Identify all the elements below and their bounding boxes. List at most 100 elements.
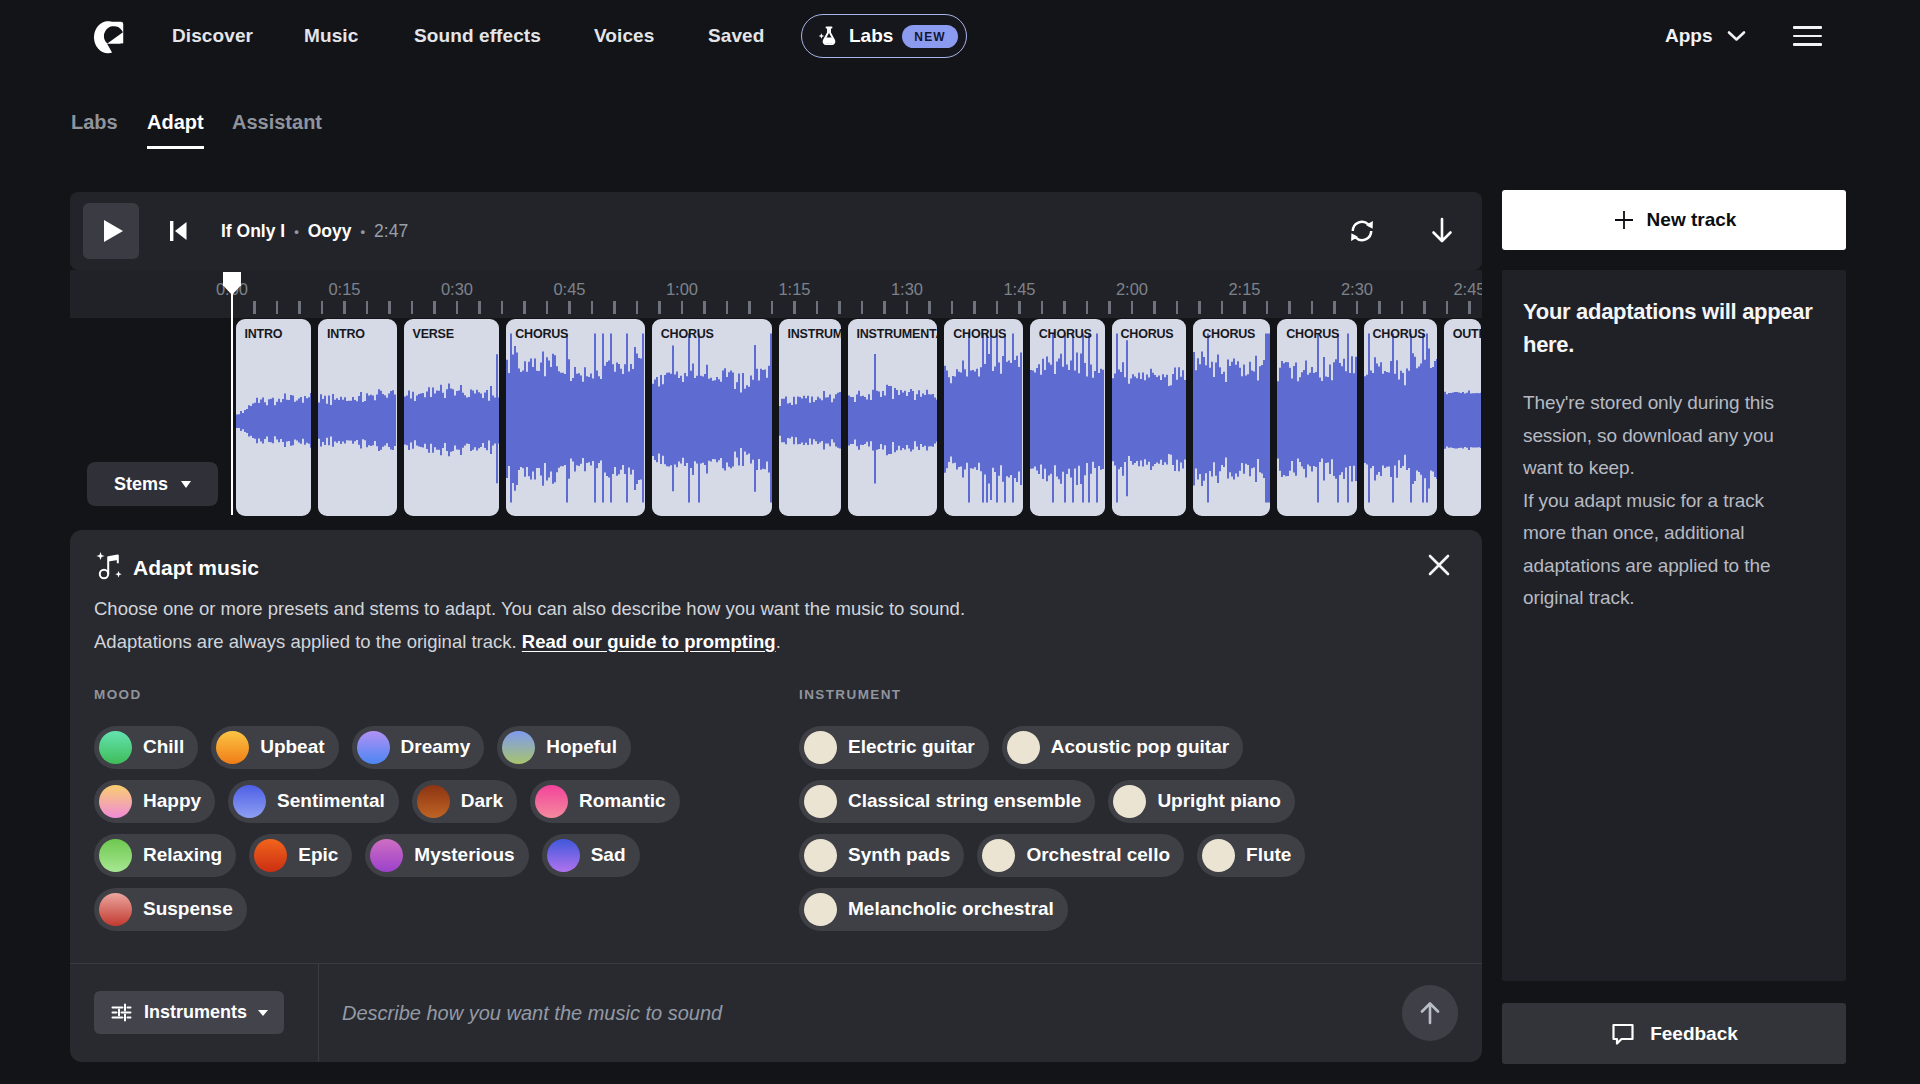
feedback-button[interactable]: Feedback	[1502, 1003, 1846, 1064]
ruler-tick	[1221, 301, 1223, 314]
feedback-label: Feedback	[1650, 1023, 1738, 1045]
prompting-guide-link[interactable]: Read our guide to prompting	[522, 631, 776, 652]
instrument-chip-acoustic-pop-guitar[interactable]: Acoustic pop guitar	[1002, 726, 1243, 769]
section-label: CHORUS	[1121, 327, 1174, 341]
section-card-chorus[interactable]: CHORUS	[944, 319, 1023, 516]
chip-label: Romantic	[579, 789, 666, 813]
ruler-tick	[1153, 301, 1155, 314]
download-button[interactable]	[1427, 216, 1457, 246]
labs-new-badge: NEW	[902, 25, 957, 48]
menu-icon[interactable]	[1793, 26, 1822, 46]
instrument-chip-melancholic-orchestral[interactable]: Melancholic orchestral	[799, 888, 1068, 931]
submit-prompt-button[interactable]	[1402, 985, 1458, 1041]
ruler-tick	[793, 301, 795, 314]
ruler-tick	[478, 301, 480, 314]
ruler-tick	[658, 301, 660, 314]
adaptations-body: They're stored only during this session,…	[1523, 387, 1825, 615]
section-card-chorus[interactable]: CHORUS	[1277, 319, 1356, 516]
adapt-music-icon	[95, 551, 123, 581]
chip-label: Classical string ensemble	[848, 789, 1081, 813]
epidemic-sound-logo[interactable]	[93, 17, 124, 55]
chip-color-circle	[1007, 731, 1040, 764]
track-artist: Ooyy	[308, 221, 352, 242]
stems-dropdown[interactable]: Stems	[87, 462, 218, 506]
instrument-chip-upright-piano[interactable]: Upright piano	[1108, 780, 1294, 823]
mood-chip-relaxing[interactable]: Relaxing	[94, 834, 236, 877]
mood-chip-epic[interactable]: Epic	[249, 834, 352, 877]
section-card-chorus[interactable]: CHORUS	[506, 319, 645, 516]
time-label: 1:45	[1003, 280, 1035, 299]
ruler-tick	[973, 301, 975, 314]
section-card-instrumental[interactable]: INSTRUMENTAL	[848, 319, 938, 516]
sliders-icon	[110, 1001, 133, 1024]
prompt-input[interactable]: Describe how you want the music to sound	[342, 998, 722, 1029]
mood-chip-dreamy[interactable]: Dreamy	[352, 726, 485, 769]
section-card-outro[interactable]: OUTRO	[1444, 319, 1481, 516]
apps-menu-button[interactable]: Apps	[1665, 24, 1746, 48]
section-card-chorus[interactable]: CHORUS	[1030, 319, 1105, 516]
instrument-chip-flute[interactable]: Flute	[1197, 834, 1305, 877]
mood-chip-sentimental[interactable]: Sentimental	[228, 780, 399, 823]
mood-chip-suspense[interactable]: Suspense	[94, 888, 247, 931]
tab-assistant[interactable]: Assistant	[232, 110, 322, 135]
tab-labs[interactable]: Labs	[71, 110, 118, 135]
mood-chip-happy[interactable]: Happy	[94, 780, 215, 823]
mood-chip-mysterious[interactable]: Mysterious	[365, 834, 528, 877]
mood-chip-hopeful[interactable]: Hopeful	[497, 726, 631, 769]
triangle-down-icon	[258, 1010, 268, 1016]
ruler-tick	[1131, 301, 1133, 314]
waveform-graph	[1112, 319, 1187, 516]
ruler-tick	[1423, 301, 1425, 314]
section-card-chorus[interactable]: CHORUS	[652, 319, 772, 516]
time-label: 0:15	[328, 280, 360, 299]
nav-item-sound-effects[interactable]: Sound effects	[414, 24, 541, 48]
instrument-chip-classical-string-ensemble[interactable]: Classical string ensemble	[799, 780, 1095, 823]
ruler-tick	[1176, 301, 1178, 314]
time-ruler[interactable]: 0:000:150:300:451:001:151:301:452:002:15…	[70, 270, 1482, 318]
skip-back-button[interactable]	[166, 219, 191, 243]
ruler-tick	[1356, 301, 1358, 314]
chip-color-circle	[982, 839, 1015, 872]
section-card-chorus[interactable]: CHORUS	[1193, 319, 1270, 516]
section-card-intro[interactable]: INTRO	[318, 319, 397, 516]
mood-chip-dark[interactable]: Dark	[412, 780, 517, 823]
loop-button[interactable]	[1347, 216, 1377, 246]
track-title: If Only I	[221, 221, 285, 242]
chip-color-circle	[99, 785, 132, 818]
mood-chip-upbeat[interactable]: Upbeat	[211, 726, 338, 769]
section-card-instrumental[interactable]: INSTRUMENTAL	[779, 319, 841, 516]
ruler-tick	[703, 301, 705, 314]
section-label: INTRO	[245, 327, 283, 341]
apps-label: Apps	[1665, 24, 1713, 48]
ruler-tick	[568, 301, 570, 314]
tab-adapt[interactable]: Adapt	[147, 110, 204, 135]
ruler-tick	[1198, 301, 1200, 314]
nav-item-voices[interactable]: Voices	[594, 24, 654, 48]
chip-label: Melancholic orchestral	[848, 897, 1054, 921]
section-label: CHORUS	[1202, 327, 1255, 341]
mood-chip-sad[interactable]: Sad	[542, 834, 640, 877]
nav-labs-button[interactable]: Labs NEW	[801, 14, 967, 58]
section-card-intro[interactable]: INTRO	[236, 319, 312, 516]
section-label: CHORUS	[953, 327, 1006, 341]
mood-chip-chill[interactable]: Chill	[94, 726, 198, 769]
nav-item-music[interactable]: Music	[304, 24, 358, 48]
new-track-button[interactable]: New track	[1502, 190, 1846, 250]
instrument-chip-electric-guitar[interactable]: Electric guitar	[799, 726, 989, 769]
chip-color-circle	[254, 839, 287, 872]
nav-item-discover[interactable]: Discover	[172, 24, 253, 48]
close-icon[interactable]	[1426, 552, 1452, 578]
section-card-chorus[interactable]: CHORUS	[1364, 319, 1437, 516]
ruler-tick	[253, 301, 255, 314]
chip-label: Mysterious	[414, 843, 514, 867]
playhead-line	[231, 272, 234, 515]
section-card-chorus[interactable]: CHORUS	[1112, 319, 1187, 516]
section-card-verse[interactable]: VERSE	[404, 319, 500, 516]
instruments-dropdown[interactable]: Instruments	[94, 991, 284, 1034]
triangle-down-icon	[181, 481, 191, 488]
play-button[interactable]	[83, 203, 139, 259]
instrument-chip-synth-pads[interactable]: Synth pads	[799, 834, 964, 877]
nav-item-saved[interactable]: Saved	[708, 24, 764, 48]
mood-chip-romantic[interactable]: Romantic	[530, 780, 680, 823]
instrument-chip-orchestral-cello[interactable]: Orchestral cello	[977, 834, 1184, 877]
